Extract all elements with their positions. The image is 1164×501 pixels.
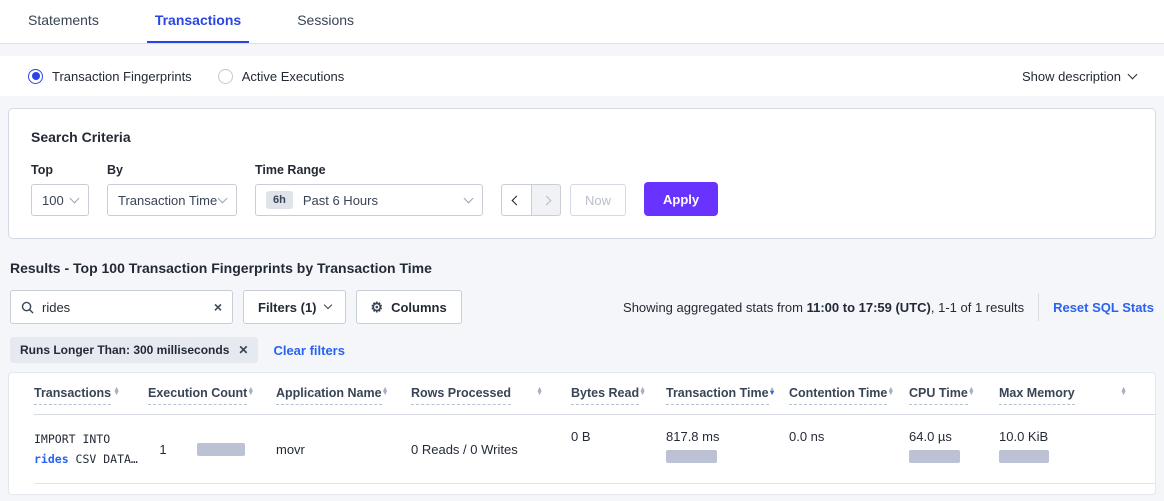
previous-time-window-button[interactable]	[501, 184, 531, 216]
tab-sessions[interactable]: Sessions	[289, 0, 362, 43]
cpu-time-cell: 64.0 µs	[909, 415, 999, 483]
transaction-fingerprint-link[interactable]: IMPORT INTO rides CSV DATA…	[34, 429, 128, 469]
radio-transaction-fingerprints[interactable]: Transaction Fingerprints	[28, 69, 192, 84]
showing-stats-text: Showing aggregated stats from 11:00 to 1…	[623, 300, 1024, 315]
sort-icon-active-desc: ▲▼	[769, 388, 776, 396]
bytes-read-cell: 0 B	[571, 415, 666, 483]
search-input[interactable]	[42, 300, 214, 315]
time-range-label: Time Range	[255, 163, 483, 177]
chevron-down-icon	[70, 193, 80, 203]
time-range-select[interactable]: 6h Past 6 Hours	[255, 184, 483, 216]
show-description-toggle[interactable]: Show description	[1022, 69, 1136, 84]
search-match-highlight: rides	[34, 452, 69, 466]
sort-icon: ▲▼	[887, 388, 894, 396]
page-tabs: Statements Transactions Sessions	[0, 0, 1164, 44]
filter-pill-label: Runs Longer Than: 300 milliseconds	[20, 343, 229, 357]
column-header-transaction-time[interactable]: Transaction Time ▲▼	[666, 373, 789, 414]
time-window-stepper	[501, 184, 561, 216]
chevron-down-icon	[323, 301, 331, 309]
table-header-row: Transactions ▲▼ Execution Count ▲▼ Appli…	[34, 373, 1155, 415]
reset-sql-stats-link[interactable]: Reset SQL Stats	[1053, 300, 1154, 315]
rows-processed-cell: 0 Reads / 0 Writes	[411, 415, 571, 483]
column-header-max-memory[interactable]: Max Memory ▲▼	[999, 373, 1155, 414]
top-select-value: 100	[42, 193, 64, 208]
radio-unselected-icon	[218, 69, 233, 84]
transactions-table: Transactions ▲▼ Execution Count ▲▼ Appli…	[8, 372, 1156, 495]
chevron-left-icon	[512, 195, 522, 205]
remove-filter-icon[interactable]: ✕	[238, 344, 248, 356]
columns-button-label: Columns	[391, 300, 447, 315]
filters-button[interactable]: Filters (1)	[243, 290, 346, 324]
column-header-bytes-read[interactable]: Bytes Read ▲▼	[571, 373, 666, 414]
chevron-down-icon	[464, 193, 474, 203]
active-filters-row: Runs Longer Than: 300 milliseconds ✕ Cle…	[10, 337, 1154, 363]
by-select[interactable]: Transaction Time	[107, 184, 237, 216]
view-toggle-row: Transaction Fingerprints Active Executio…	[0, 56, 1164, 96]
now-button[interactable]: Now	[570, 184, 626, 216]
transaction-time-bar	[666, 450, 717, 463]
chevron-down-icon	[218, 193, 228, 203]
column-header-transactions[interactable]: Transactions ▲▼	[34, 373, 148, 414]
search-box: ×	[10, 290, 233, 324]
top-select[interactable]: 100	[31, 184, 89, 216]
radio-active-executions[interactable]: Active Executions	[218, 69, 345, 84]
clear-search-icon[interactable]: ×	[214, 300, 222, 314]
top-label: Top	[31, 163, 89, 177]
next-time-window-button[interactable]	[531, 184, 561, 216]
transaction-fingerprint-cell: IMPORT INTO rides CSV DATA…	[34, 415, 148, 483]
divider	[1038, 293, 1039, 321]
sort-icon: ▲▼	[536, 388, 543, 396]
time-range-badge: 6h	[266, 191, 293, 209]
tab-transactions[interactable]: Transactions	[147, 0, 249, 43]
table-row: IMPORT INTO rides CSV DATA… 1 movr 0 Rea…	[34, 415, 1155, 484]
sort-icon: ▲▼	[247, 388, 254, 396]
search-criteria-card: Search Criteria Top 100 By Transaction T…	[8, 108, 1156, 239]
search-criteria-title: Search Criteria	[31, 129, 1133, 145]
transaction-time-cell: 817.8 ms	[666, 415, 789, 483]
filter-pill: Runs Longer Than: 300 milliseconds ✕	[10, 337, 258, 363]
results-toolbar: × Filters (1) ⚙ Columns Showing aggregat…	[10, 290, 1154, 324]
search-icon	[21, 301, 34, 314]
execution-count-cell: 1	[148, 415, 276, 483]
sort-icon: ▲▼	[639, 388, 646, 396]
column-header-application-name[interactable]: Application Name ▲▼	[276, 373, 411, 414]
clear-filters-link[interactable]: Clear filters	[273, 343, 345, 358]
tab-statements[interactable]: Statements	[20, 0, 107, 43]
filters-button-label: Filters (1)	[258, 300, 317, 315]
columns-button[interactable]: ⚙ Columns	[356, 290, 462, 324]
show-description-label: Show description	[1022, 69, 1121, 84]
sort-icon: ▲▼	[113, 388, 120, 396]
column-header-rows-processed[interactable]: Rows Processed ▲▼	[411, 373, 571, 414]
chevron-down-icon	[1128, 69, 1138, 79]
max-memory-bar	[999, 450, 1049, 463]
contention-time-cell: 0.0 ns	[789, 415, 909, 483]
max-memory-cell: 10.0 KiB	[999, 415, 1155, 483]
radio-label: Active Executions	[242, 69, 345, 84]
column-header-execution-count[interactable]: Execution Count ▲▼	[148, 373, 276, 414]
time-range-value: Past 6 Hours	[303, 193, 378, 208]
application-name-cell: movr	[276, 415, 411, 483]
chevron-right-icon	[541, 195, 551, 205]
sort-icon: ▲▼	[1120, 388, 1127, 396]
sort-icon: ▲▼	[968, 388, 975, 396]
radio-selected-icon	[28, 69, 43, 84]
by-label: By	[107, 163, 237, 177]
column-header-cpu-time[interactable]: CPU Time ▲▼	[909, 373, 999, 414]
radio-label: Transaction Fingerprints	[52, 69, 192, 84]
apply-button[interactable]: Apply	[644, 182, 718, 216]
cpu-time-bar	[909, 450, 960, 463]
results-title: Results - Top 100 Transaction Fingerprin…	[10, 260, 1154, 276]
column-header-contention-time[interactable]: Contention Time ▲▼	[789, 373, 909, 414]
execution-count-bar	[197, 443, 245, 456]
by-select-value: Transaction Time	[118, 193, 217, 208]
sort-icon: ▲▼	[382, 388, 389, 396]
gear-icon: ⚙	[371, 300, 384, 314]
